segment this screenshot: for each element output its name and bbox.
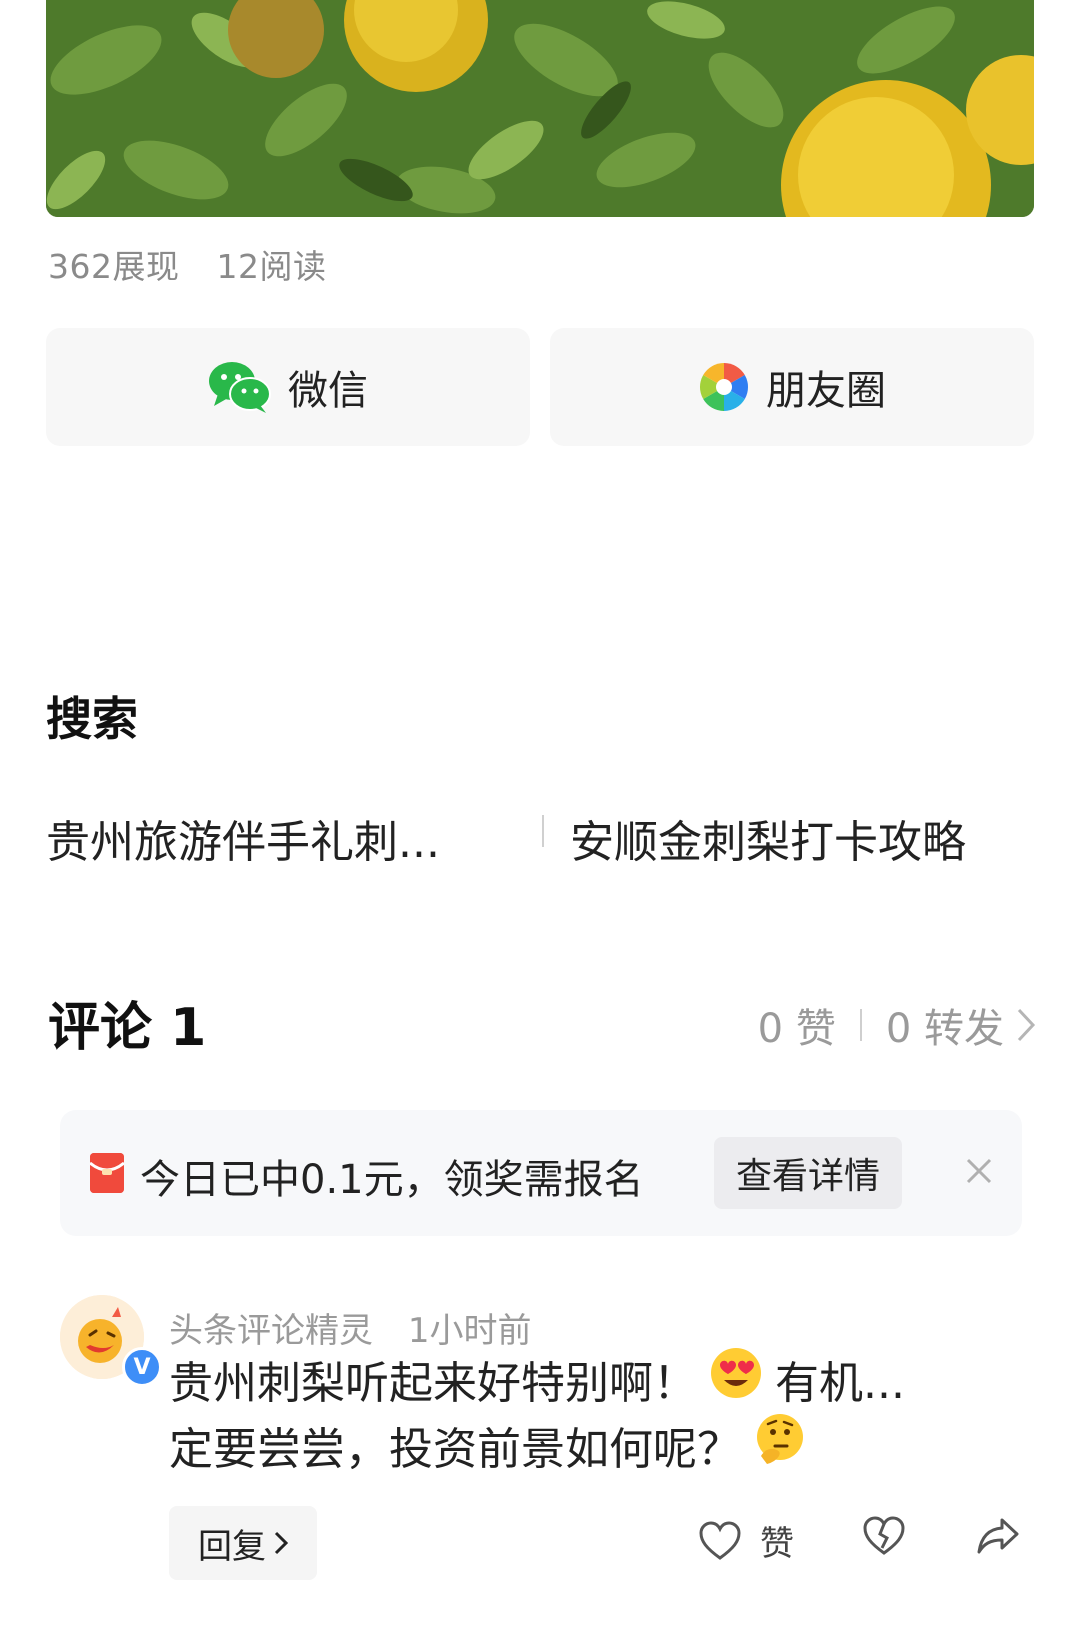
close-icon[interactable] <box>954 1146 1004 1196</box>
moments-aperture-icon <box>698 361 750 413</box>
article-cover-image[interactable] <box>46 0 1034 217</box>
wechat-icon <box>208 360 272 414</box>
comment-dislike-button[interactable] <box>862 1516 906 1560</box>
comment-share-button[interactable] <box>976 1516 1020 1560</box>
heart-eyes-emoji-icon <box>709 1346 763 1411</box>
verified-badge-icon: V <box>122 1347 162 1387</box>
search-section-title: 搜索 <box>46 692 138 746</box>
search-suggestion[interactable]: 贵州旅游伴手礼刺... <box>46 806 440 870</box>
search-divider <box>542 815 544 847</box>
comment-meta: 头条评论精灵 1小时前 <box>169 1303 531 1352</box>
heart-outline-icon <box>698 1520 742 1561</box>
reply-label: 回复 <box>198 1526 266 1567</box>
share-wechat-label: 微信 <box>288 368 368 414</box>
comment-text-part: 贵州刺梨听起来好特别啊！ <box>169 1357 697 1409</box>
read-count: 12阅读 <box>216 247 327 286</box>
comment-text-part: 有机... <box>775 1357 905 1409</box>
repost-count: 0 转发 <box>885 1006 1004 1052</box>
like-count: 0 赞 <box>757 1006 836 1052</box>
comment-stats[interactable]: 0 赞 0 转发 <box>758 996 1036 1054</box>
comment-author-name[interactable]: 头条评论精灵 <box>169 1311 373 1351</box>
reward-text: 今日已中0.1元，领奖需报名 <box>140 1157 644 1203</box>
red-envelope-icon <box>90 1153 124 1193</box>
like-label: 赞 <box>760 1524 794 1564</box>
broken-heart-icon <box>863 1516 905 1555</box>
chevron-right-icon <box>1016 1007 1036 1043</box>
article-stats: 362展现 12阅读 <box>48 240 327 288</box>
share-arrow-icon <box>977 1518 1019 1554</box>
reply-button[interactable]: 回复 <box>169 1506 317 1580</box>
reward-banner[interactable]: 今日已中0.1元，领奖需报名 查看详情 <box>60 1110 1022 1236</box>
chevron-right-icon <box>274 1531 288 1555</box>
thinking-face-emoji-icon <box>753 1412 807 1477</box>
search-suggestion[interactable]: 安顺金刺梨打卡攻略 <box>570 806 966 870</box>
comment-like-button[interactable]: 赞 <box>698 1516 794 1565</box>
comment-time: 1小时前 <box>407 1311 532 1351</box>
comment-text-line-1: 贵州刺梨听起来好特别啊！ 有机... <box>169 1346 905 1411</box>
share-moments-button[interactable]: 朋友圈 <box>550 328 1034 446</box>
view-details-button[interactable]: 查看详情 <box>714 1137 902 1209</box>
comment-text-part: 定要尝尝，投资前景如何呢？ <box>169 1423 741 1475</box>
view-count: 362展现 <box>48 247 180 286</box>
comments-title: 评论 1 <box>48 998 207 1058</box>
share-wechat-button[interactable]: 微信 <box>46 328 530 446</box>
prickly-pear-photo <box>46 0 1034 217</box>
share-moments-label: 朋友圈 <box>766 368 886 414</box>
stats-divider <box>859 1009 862 1041</box>
comment-text-line-2: 定要尝尝，投资前景如何呢？ <box>169 1412 819 1477</box>
